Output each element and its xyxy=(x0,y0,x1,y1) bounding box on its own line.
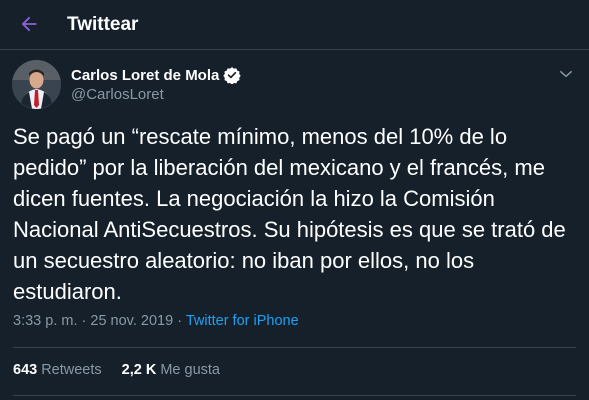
meta-separator: · xyxy=(81,313,87,329)
top-header: Twittear xyxy=(0,0,589,50)
tweet-source-link[interactable]: Twitter for iPhone xyxy=(186,313,299,329)
tweet-text: Se pagó un “rescate mínimo, menos del 10… xyxy=(13,124,566,304)
tweet-date[interactable]: 25 nov. 2019 xyxy=(90,313,173,329)
divider xyxy=(13,347,576,348)
avatar[interactable] xyxy=(12,60,61,109)
tweet-time[interactable]: 3:33 p. m. xyxy=(13,313,77,329)
tweet-meta: 3:33 p. m. · 25 nov. 2019 · Twitter for … xyxy=(13,313,299,329)
retweets-stat[interactable]: 643 Retweets xyxy=(13,362,102,378)
retweets-label: Retweets xyxy=(41,362,102,378)
page-title: Twittear xyxy=(67,14,139,35)
more-options-button[interactable] xyxy=(556,64,576,84)
author-name[interactable]: Carlos Loret de Mola xyxy=(71,66,242,84)
back-button[interactable] xyxy=(14,9,44,39)
likes-count: 2,2 K xyxy=(121,362,157,378)
author-handle[interactable]: @CarlosLoret xyxy=(71,86,164,103)
author-name-text: Carlos Loret de Mola xyxy=(71,66,220,84)
divider-bottom xyxy=(13,395,576,396)
profile-photo xyxy=(12,60,61,109)
tweet-stats: 643 Retweets 2,2 K Me gusta xyxy=(13,362,220,378)
verified-badge-icon xyxy=(223,67,242,84)
retweets-count: 643 xyxy=(13,362,38,378)
likes-label: Me gusta xyxy=(160,362,220,378)
chevron-down-icon xyxy=(560,70,572,78)
likes-stat[interactable]: 2,2 K Me gusta xyxy=(122,362,220,378)
arrow-left-icon xyxy=(21,16,37,32)
meta-separator-2: · xyxy=(177,313,183,329)
